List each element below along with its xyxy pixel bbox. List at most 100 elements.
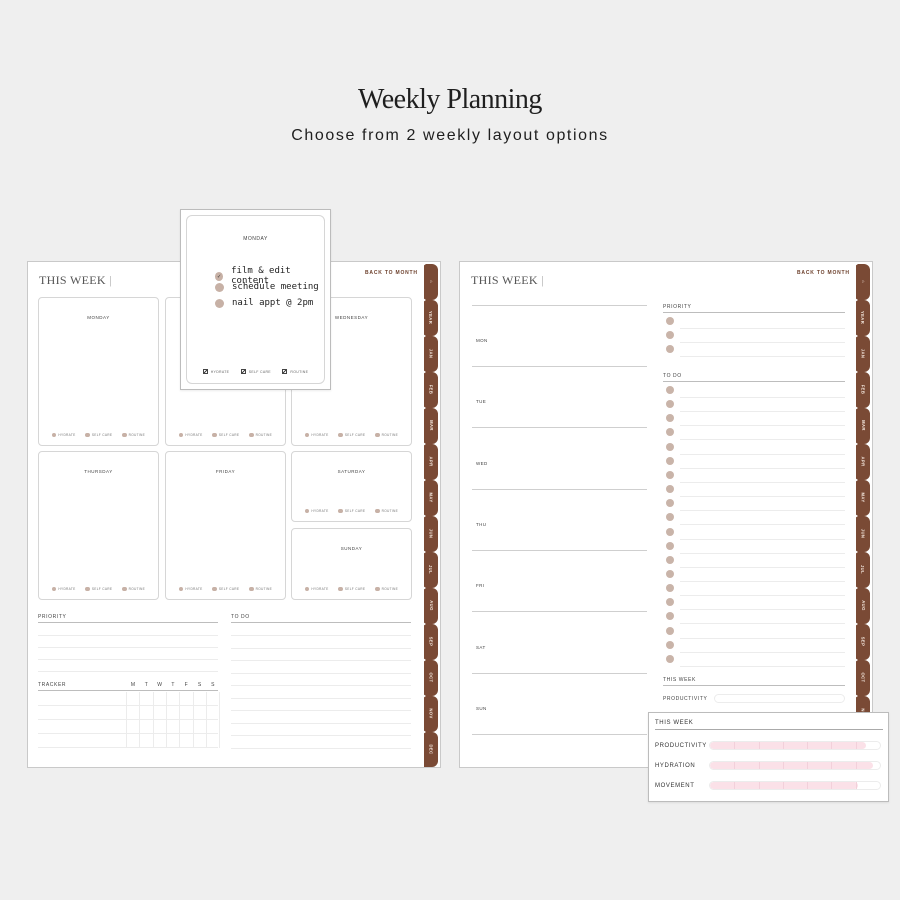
todo-line[interactable] — [680, 651, 845, 653]
todo-line[interactable] — [231, 710, 411, 711]
todo-circle-icon[interactable] — [666, 654, 674, 663]
month-tab[interactable]: NOV — [423, 693, 438, 732]
tracker-row-line[interactable] — [38, 747, 218, 748]
todo-line[interactable] — [231, 722, 411, 724]
habit-item[interactable]: ROUTINE — [375, 508, 398, 513]
todo-line[interactable] — [231, 660, 411, 661]
tracker-row-line[interactable] — [38, 705, 218, 706]
todo-line[interactable] — [680, 411, 845, 413]
month-tab[interactable]: OCT — [423, 657, 438, 696]
day-box[interactable]: SATURDAY HYDRATE SELF CARE ROUTINE — [291, 451, 412, 522]
priority-circle-icon[interactable] — [666, 317, 674, 325]
habit-item[interactable]: SELF CARE — [338, 508, 365, 513]
todo-circle-icon[interactable] — [666, 513, 674, 522]
todo-circle-icon[interactable] — [666, 456, 674, 465]
habit-item[interactable]: HYDRATE — [51, 586, 76, 591]
month-tab[interactable]: DEC — [423, 729, 438, 768]
todo-line[interactable] — [680, 623, 845, 625]
todo-circle-icon[interactable] — [666, 555, 674, 564]
todo-line[interactable] — [680, 453, 845, 455]
todo-line[interactable] — [680, 425, 845, 427]
month-tab[interactable]: JAN — [855, 333, 870, 372]
habit-item[interactable]: ROUTINE — [122, 432, 145, 437]
todo-circle-icon[interactable] — [666, 470, 674, 479]
tracker-bar[interactable] — [709, 741, 881, 750]
todo-circle-icon[interactable] — [666, 400, 674, 409]
tracker-row-line[interactable] — [38, 719, 218, 720]
checked-circle-icon[interactable]: ✓ — [215, 271, 224, 281]
back-to-month-link[interactable]: BACK TO MONTH — [365, 270, 418, 276]
habit-item[interactable]: ROUTINE — [375, 586, 398, 591]
priority-circle-icon[interactable] — [666, 331, 674, 339]
priority-line[interactable] — [680, 342, 845, 343]
task-item[interactable]: schedule meeting — [215, 282, 319, 292]
todo-circle-icon[interactable] — [666, 428, 674, 437]
todo-line[interactable] — [680, 524, 845, 526]
priority-line[interactable] — [680, 356, 845, 357]
month-tab[interactable]: SEP — [423, 621, 438, 660]
todo-circle-icon[interactable] — [666, 598, 674, 607]
todo-line[interactable] — [680, 609, 845, 611]
todo-line[interactable] — [231, 747, 411, 749]
month-tab[interactable]: JUN — [423, 513, 438, 552]
habit-item[interactable]: ROUTINE — [249, 432, 272, 437]
month-tab[interactable]: JUL — [423, 549, 438, 588]
habit-item[interactable]: ROUTINE — [249, 586, 272, 591]
month-tab[interactable]: YEAR — [423, 298, 438, 336]
priority-line[interactable] — [38, 635, 218, 636]
tracker-bar[interactable] — [709, 781, 881, 790]
unchecked-circle-icon[interactable] — [215, 282, 224, 292]
day-box[interactable]: THURSDAY HYDRATE SELF CARE ROUTINE — [38, 451, 159, 600]
todo-circle-icon[interactable] — [666, 626, 674, 635]
todo-circle-icon[interactable] — [666, 499, 674, 508]
todo-circle-icon[interactable] — [666, 640, 674, 649]
month-tab[interactable]: JAN — [423, 333, 438, 372]
habit-item[interactable]: HYDRATE — [304, 586, 329, 591]
todo-line[interactable] — [680, 496, 845, 498]
priority-line[interactable] — [38, 671, 218, 672]
todo-circle-icon[interactable] — [666, 612, 674, 621]
habit-item[interactable]: SELF CARE — [85, 586, 112, 591]
month-tab[interactable]: MAY — [423, 477, 438, 516]
habit-item[interactable]: ROUTINE — [282, 369, 308, 374]
todo-line[interactable] — [680, 439, 845, 441]
todo-line[interactable] — [231, 672, 411, 674]
unchecked-circle-icon[interactable] — [215, 298, 224, 308]
month-tab[interactable]: MAR — [423, 405, 438, 444]
month-tab[interactable]: AUG — [855, 585, 870, 624]
habit-item[interactable]: SELF CARE — [212, 432, 239, 437]
todo-line[interactable] — [680, 566, 845, 568]
habit-item[interactable]: SELF CARE — [338, 586, 365, 591]
day-box[interactable]: SUNDAY HYDRATE SELF CARE ROUTINE — [291, 528, 412, 600]
habit-item[interactable]: HYDRATE — [178, 432, 203, 437]
todo-circle-icon[interactable] — [666, 442, 674, 451]
habit-item[interactable]: HYDRATE — [304, 508, 329, 513]
month-tab[interactable]: APR — [423, 441, 438, 480]
todo-line[interactable] — [680, 467, 845, 469]
priority-line[interactable] — [38, 659, 218, 660]
month-tab[interactable]: ⌂ — [855, 262, 870, 300]
todo-line[interactable] — [680, 481, 845, 483]
habit-item[interactable]: SELF CARE — [212, 586, 239, 591]
todo-circle-icon[interactable] — [666, 541, 674, 550]
month-tab[interactable]: APR — [855, 441, 870, 480]
todo-line[interactable] — [231, 647, 411, 649]
todo-line[interactable] — [680, 397, 845, 398]
todo-circle-icon[interactable] — [666, 527, 674, 536]
month-tab[interactable]: JUN — [855, 513, 870, 552]
month-tab[interactable]: ⌂ — [423, 262, 438, 300]
month-tab[interactable]: AUG — [423, 585, 438, 624]
todo-circle-icon[interactable] — [666, 386, 674, 394]
month-tab[interactable]: YEAR — [855, 298, 870, 336]
todo-circle-icon[interactable] — [666, 414, 674, 423]
habit-item[interactable]: SELF CARE — [338, 432, 365, 437]
todo-line[interactable] — [680, 538, 845, 540]
priority-line[interactable] — [680, 328, 845, 329]
habit-item[interactable]: SELF CARE — [85, 432, 112, 437]
todo-line[interactable] — [680, 580, 845, 582]
todo-line[interactable] — [680, 665, 845, 667]
back-to-month-link[interactable]: BACK TO MONTH — [797, 270, 850, 276]
todo-line[interactable] — [680, 637, 845, 639]
tracker-row-line[interactable] — [38, 733, 218, 734]
month-tab[interactable]: JUL — [855, 549, 870, 588]
